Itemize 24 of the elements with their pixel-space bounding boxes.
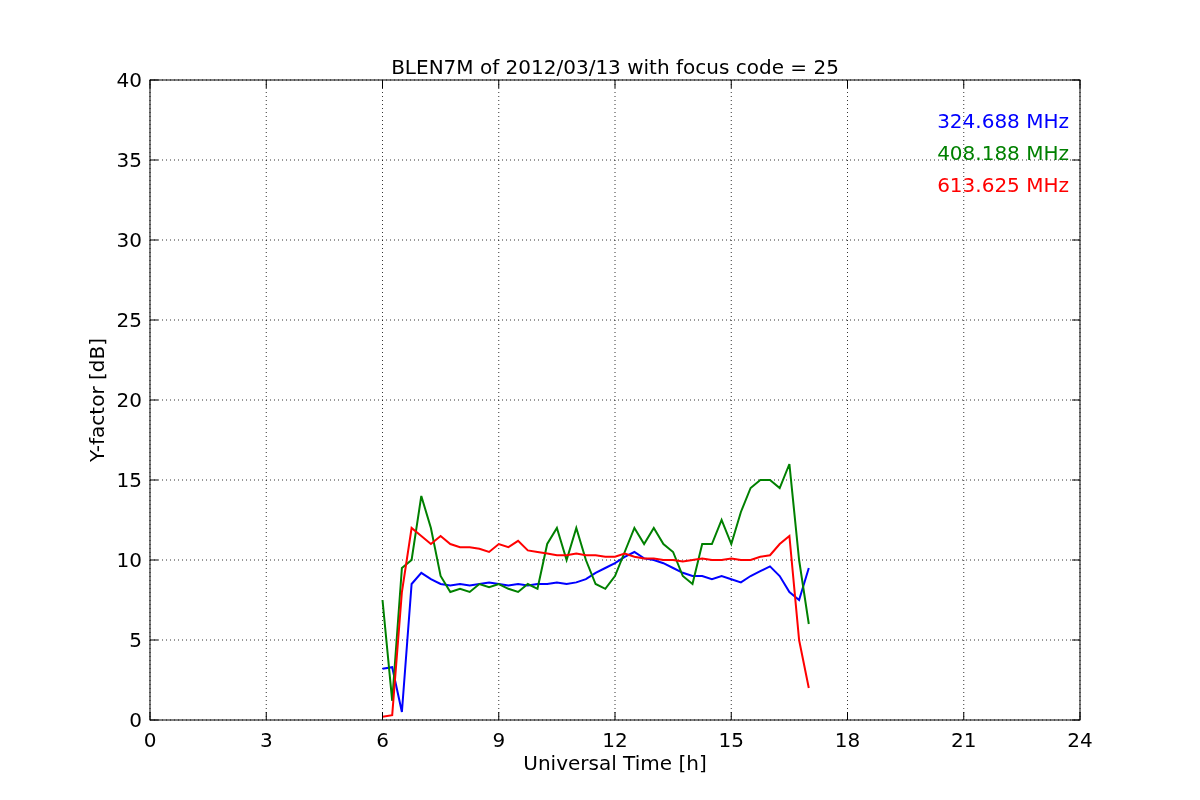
x-tick-label: 3 xyxy=(259,728,273,752)
y-tick-label: 10 xyxy=(116,548,142,572)
y-tick-label: 20 xyxy=(116,388,142,412)
y-axis-label: Y-factor [dB] xyxy=(85,338,109,462)
chart-title: BLEN7M of 2012/03/13 with focus code = 25 xyxy=(391,55,839,79)
x-tick-label: 15 xyxy=(718,728,744,752)
x-tick-label: 0 xyxy=(143,728,157,752)
x-tick-label: 12 xyxy=(602,728,628,752)
y-tick-label: 35 xyxy=(116,148,142,172)
legend-label: 324.688 MHz xyxy=(937,109,1069,133)
x-axis-label: Universal Time [h] xyxy=(523,751,707,775)
y-tick-label: 30 xyxy=(116,228,142,252)
y-tick-label: 5 xyxy=(129,628,142,652)
y-tick-label: 40 xyxy=(116,68,142,92)
x-tick-label: 9 xyxy=(492,728,506,752)
x-tick-label: 24 xyxy=(1067,728,1093,752)
x-tick-label: 6 xyxy=(376,728,389,752)
y-tick-label: 15 xyxy=(116,468,142,492)
x-tick-label: 21 xyxy=(951,728,977,752)
legend-label: 408.188 MHz xyxy=(937,141,1069,165)
y-tick-label: 0 xyxy=(129,708,142,732)
legend-label: 613.625 MHz xyxy=(937,173,1069,197)
x-tick-label: 18 xyxy=(834,728,861,752)
y-tick-label: 25 xyxy=(116,308,142,332)
